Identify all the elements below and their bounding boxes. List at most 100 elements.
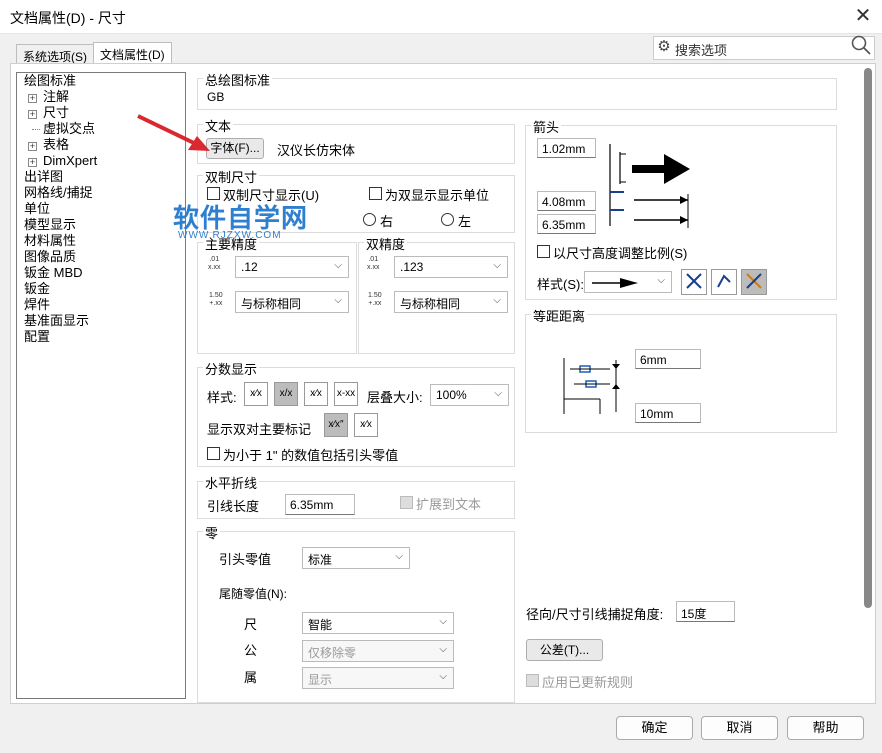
help-button[interactable]: 帮助 — [787, 716, 864, 740]
dual-marks-style-1-button[interactable]: x⁄x″ — [324, 413, 348, 437]
arrow-style-combo[interactable]: ⌵ — [584, 271, 672, 293]
dual-units-checkbox[interactable] — [369, 187, 382, 200]
leader-length-label: 引线长度 — [207, 499, 260, 514]
offset-diagram-icon — [563, 358, 620, 414]
arrow-width-input[interactable]: 4.08mm — [537, 191, 596, 211]
trailing-tolerance-combo[interactable]: 仅移除零 ⌵ — [302, 640, 454, 662]
tree-item-sheet-metal-mbd[interactable]: 钣金 MBD — [24, 265, 83, 281]
radial-snap-angle-label: 径向/尺寸引线捕捉角度: — [526, 607, 664, 622]
dual-marks-style-2-button[interactable]: x⁄x — [354, 413, 378, 437]
dual-units-label: 为双显示显示单位 — [385, 188, 490, 203]
tree-item-dimensions[interactable]: 尺寸 — [43, 105, 69, 121]
zeros-title: 零 — [203, 523, 221, 542]
right-label: 右 — [380, 214, 394, 229]
primary-tolerance-precision-combo[interactable]: 与标称相同 ⌵ — [235, 291, 349, 313]
trailing-dimension-combo[interactable]: 智能 ⌵ — [302, 612, 454, 634]
category-tree: 绘图标准 + 注解 + 尺寸 虚拟交点 + 表格 + DimXpert 出详图 … — [16, 72, 186, 699]
include-leading-zero-checkbox[interactable] — [207, 447, 220, 460]
tree-item-material-properties[interactable]: 材料属性 — [24, 233, 76, 249]
tree-connector — [32, 129, 40, 130]
offset-distances-title: 等距距离 — [531, 306, 588, 325]
leader-length-input[interactable]: 6.35mm — [285, 494, 355, 515]
extend-to-text-label: 扩展到文本 — [416, 497, 482, 512]
dual-dimensions-title: 双制尺寸 — [203, 167, 260, 186]
tree-item-image-quality[interactable]: 图像品质 — [24, 249, 76, 265]
apply-updated-rules-label: 应用已更新规则 — [542, 675, 634, 690]
arrow-smart-icon[interactable] — [741, 269, 767, 295]
gear-icon[interactable]: ⚙ — [654, 37, 674, 57]
tree-item-configurations[interactable]: 配置 — [24, 329, 50, 345]
expand-icon[interactable]: + — [28, 158, 37, 167]
tree-item-dimxpert[interactable]: DimXpert — [43, 153, 97, 169]
fraction-style-3-button[interactable]: x⁄x — [304, 382, 328, 406]
ok-button[interactable]: 确定 — [616, 716, 693, 740]
overall-standard-value: GB — [207, 90, 225, 104]
cancel-button[interactable]: 取消 — [701, 716, 778, 740]
overall-standard-title: 总绘图标准 — [203, 70, 273, 89]
arrow-outside-icon[interactable] — [681, 269, 707, 295]
fraction-style-2-button[interactable]: x/x — [274, 382, 298, 406]
scale-with-height-label: 以尺寸高度调整比例(S) — [553, 246, 688, 261]
search-icon[interactable] — [850, 34, 872, 62]
dual-tolerance-precision-icon: 1.50 +.xx — [368, 292, 382, 307]
stack-size-combo[interactable]: 100% ⌵ — [430, 384, 509, 406]
tree-item-virtual-sharps[interactable]: 虚拟交点 — [43, 121, 95, 137]
trailing-properties-combo[interactable]: 显示 ⌵ — [302, 667, 454, 689]
vertical-scrollbar[interactable] — [864, 68, 872, 608]
left-radio[interactable] — [441, 213, 454, 226]
dual-tolerance-precision-combo[interactable]: 与标称相同 ⌵ — [394, 291, 508, 313]
leading-zeros-combo[interactable]: 标准 ⌵ — [302, 547, 410, 569]
apply-updated-rules-checkbox[interactable] — [526, 674, 539, 687]
expand-icon[interactable]: + — [28, 94, 37, 103]
trailing-zeros-label: 尾随零值(N): — [219, 587, 287, 601]
dual-precision-value-icon: .01 x.xx — [367, 256, 380, 271]
tree-item-weldments[interactable]: 焊件 — [24, 297, 50, 313]
dual-precision-title: 双精度 — [364, 234, 408, 253]
offset-distance-2-input[interactable]: 10mm — [635, 403, 701, 423]
fraction-style-1-button[interactable]: x⁄x — [244, 382, 268, 406]
trailing-prop-label: 属 — [244, 670, 258, 685]
expand-icon[interactable]: + — [28, 110, 37, 119]
primary-precision-combo[interactable]: .12 ⌵ — [235, 256, 349, 278]
tree-item-sheet-metal[interactable]: 钣金 — [24, 281, 50, 297]
radial-snap-angle-input[interactable]: 15度 — [676, 601, 735, 622]
tree-item-grid-snap[interactable]: 网格线/捕捉 — [24, 185, 93, 201]
font-name: 汉仪长仿宋体 — [277, 143, 356, 158]
include-leading-zero-label: 为小于 1" 的数值包括引头零值 — [223, 448, 399, 463]
fraction-style-4-button[interactable]: x-xx — [334, 382, 358, 406]
arrow-inside-icon[interactable] — [711, 269, 737, 295]
arrow-style-label: 样式(S): — [537, 277, 584, 292]
fraction-display-title: 分数显示 — [203, 359, 260, 378]
overall-standard-group — [197, 78, 837, 110]
right-radio[interactable] — [363, 213, 376, 226]
leading-zeros-label: 引头零值 — [219, 552, 272, 567]
left-label: 左 — [458, 214, 472, 229]
stack-size-label: 层叠大小: — [367, 390, 423, 405]
tree-item-drafting-standard[interactable]: 绘图标准 — [24, 73, 76, 89]
scale-with-height-checkbox[interactable] — [537, 245, 550, 258]
tree-item-model-display[interactable]: 模型显示 — [24, 217, 76, 233]
expand-icon[interactable]: + — [28, 142, 37, 151]
precision-value-icon: .01 x.xx — [208, 256, 221, 271]
offset-distance-1-input[interactable]: 6mm — [635, 349, 701, 369]
tree-item-units[interactable]: 单位 — [24, 201, 50, 217]
title-bar — [0, 0, 882, 34]
tree-item-tables[interactable]: 表格 — [43, 137, 69, 153]
tab-system-options[interactable]: 系统选项(S) — [16, 44, 94, 64]
close-icon[interactable]: ✕ — [848, 2, 878, 30]
tolerance-precision-icon: 1.50 +.xx — [209, 292, 223, 307]
tree-item-detailing[interactable]: 出详图 — [24, 169, 63, 185]
arrow-length-input[interactable]: 6.35mm — [537, 214, 596, 234]
arrows-title: 箭头 — [531, 117, 562, 136]
watermark-subtext: WWW.RJZXW.COM — [178, 230, 282, 241]
arrow-diagram-icon — [609, 144, 690, 228]
arrow-height-input[interactable]: 1.02mm — [537, 138, 596, 158]
annotation-arrow-icon — [137, 114, 210, 151]
tree-item-annotations[interactable]: 注解 — [43, 89, 69, 105]
tolerance-button[interactable]: 公差(T)... — [526, 639, 603, 661]
search-placeholder: 搜索选项 — [675, 43, 728, 58]
extend-to-text-checkbox[interactable] — [400, 496, 413, 509]
dual-precision-combo[interactable]: .123 ⌵ — [394, 256, 508, 278]
tree-item-plane-display[interactable]: 基准面显示 — [24, 313, 89, 329]
tab-document-properties[interactable]: 文档属性(D) — [93, 42, 172, 64]
